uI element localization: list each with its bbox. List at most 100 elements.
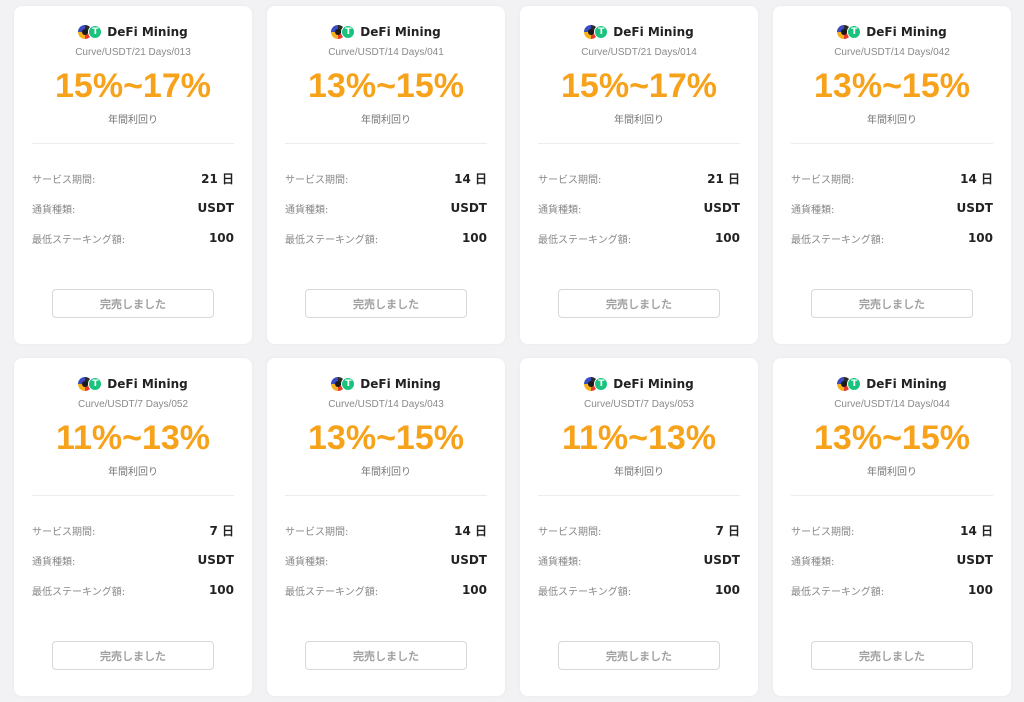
- sold-out-button[interactable]: 完売しました: [558, 641, 720, 670]
- curve-usdt-logo-icon: T: [584, 25, 609, 39]
- brand-name: DeFi Mining: [613, 25, 694, 39]
- brand-name: DeFi Mining: [360, 25, 441, 39]
- divider: [538, 143, 740, 144]
- brand-header: T DeFi Mining: [32, 25, 234, 39]
- min-staking-value: 100: [967, 231, 993, 245]
- service-period-row: サービス期間: 14 日: [285, 515, 487, 545]
- pool-name: Curve/USDT/14 Days/043: [328, 399, 444, 410]
- divider: [285, 143, 487, 144]
- min-staking-row: 最低ステーキング額: 100: [538, 575, 740, 605]
- curve-usdt-logo-icon: T: [837, 25, 862, 39]
- service-period-label: サービス期間:: [32, 174, 96, 186]
- curve-usdt-logo-icon: T: [78, 25, 103, 39]
- curve-usdt-logo-icon: T: [331, 377, 356, 391]
- usdt-coin-icon: T: [847, 377, 862, 391]
- usdt-coin-icon: T: [847, 25, 862, 39]
- card-details: サービス期間: 14 日 通貨種類: USDT 最低ステーキング額: 100: [285, 515, 487, 605]
- service-period-label: サービス期間:: [538, 526, 602, 538]
- service-period-row: サービス期間: 7 日: [32, 515, 234, 545]
- brand-header: T DeFi Mining: [285, 25, 487, 39]
- service-period-label: サービス期間:: [791, 526, 855, 538]
- mining-card[interactable]: T DeFi Mining Curve/USDT/21 Days/013 15%…: [14, 6, 252, 344]
- service-period-row: サービス期間: 14 日: [285, 163, 487, 193]
- pool-name: Curve/USDT/14 Days/044: [834, 399, 950, 410]
- mining-card[interactable]: T DeFi Mining Curve/USDT/14 Days/041 13%…: [267, 6, 505, 344]
- min-staking-label: 最低ステーキング額:: [791, 234, 885, 246]
- currency-type-value: USDT: [197, 201, 234, 215]
- min-staking-row: 最低ステーキング額: 100: [285, 575, 487, 605]
- card-details: サービス期間: 21 日 通貨種類: USDT 最低ステーキング額: 100: [538, 163, 740, 253]
- currency-type-row: 通貨種類: USDT: [32, 545, 234, 575]
- usdt-coin-icon: T: [341, 25, 356, 39]
- apy-label: 年間利回り: [867, 467, 917, 478]
- apy-label: 年間利回り: [361, 467, 411, 478]
- mining-card[interactable]: T DeFi Mining Curve/USDT/7 Days/052 11%~…: [14, 358, 252, 696]
- brand-header: T DeFi Mining: [538, 25, 740, 39]
- currency-type-label: 通貨種類:: [538, 556, 582, 568]
- mining-card[interactable]: T DeFi Mining Curve/USDT/14 Days/042 13%…: [773, 6, 1011, 344]
- divider: [32, 143, 234, 144]
- brand-name: DeFi Mining: [866, 25, 947, 39]
- service-period-label: サービス期間:: [285, 174, 349, 186]
- sold-out-button[interactable]: 完売しました: [305, 641, 467, 670]
- min-staking-row: 最低ステーキング額: 100: [32, 575, 234, 605]
- divider: [538, 495, 740, 496]
- min-staking-row: 最低ステーキング額: 100: [538, 223, 740, 253]
- curve-usdt-logo-icon: T: [331, 25, 356, 39]
- apy-label: 年間利回り: [361, 115, 411, 126]
- mining-card[interactable]: T DeFi Mining Curve/USDT/14 Days/043 13%…: [267, 358, 505, 696]
- apy-range: 15%~17%: [561, 67, 717, 105]
- min-staking-value: 100: [967, 583, 993, 597]
- sold-out-button[interactable]: 完売しました: [558, 289, 720, 318]
- currency-type-value: USDT: [703, 201, 740, 215]
- brand-header: T DeFi Mining: [32, 377, 234, 391]
- currency-type-row: 通貨種類: USDT: [538, 545, 740, 575]
- pool-name: Curve/USDT/7 Days/053: [583, 399, 695, 410]
- divider: [791, 495, 993, 496]
- brand-header: T DeFi Mining: [285, 377, 487, 391]
- min-staking-row: 最低ステーキング額: 100: [791, 575, 993, 605]
- min-staking-label: 最低ステーキング額:: [538, 586, 632, 598]
- min-staking-label: 最低ステーキング額:: [538, 234, 632, 246]
- curve-usdt-logo-icon: T: [837, 377, 862, 391]
- min-staking-value: 100: [461, 231, 487, 245]
- service-period-label: サービス期間:: [285, 526, 349, 538]
- currency-type-value: USDT: [197, 553, 234, 567]
- divider: [791, 143, 993, 144]
- apy-label: 年間利回り: [614, 467, 664, 478]
- sold-out-button[interactable]: 完売しました: [52, 641, 214, 670]
- currency-type-label: 通貨種類:: [538, 204, 582, 216]
- brand-name: DeFi Mining: [360, 377, 441, 391]
- brand-header: T DeFi Mining: [791, 377, 993, 391]
- apy-range: 11%~13%: [55, 419, 211, 457]
- currency-type-label: 通貨種類:: [32, 556, 76, 568]
- service-period-value: 14 日: [960, 171, 993, 186]
- curve-usdt-logo-icon: T: [78, 377, 103, 391]
- service-period-row: サービス期間: 21 日: [538, 163, 740, 193]
- usdt-coin-icon: T: [88, 377, 103, 391]
- brand-name: DeFi Mining: [613, 377, 694, 391]
- service-period-value: 14 日: [454, 171, 487, 186]
- curve-usdt-logo-icon: T: [584, 377, 609, 391]
- mining-card[interactable]: T DeFi Mining Curve/USDT/21 Days/014 15%…: [520, 6, 758, 344]
- sold-out-button[interactable]: 完売しました: [811, 641, 973, 670]
- card-details: サービス期間: 14 日 通貨種類: USDT 最低ステーキング額: 100: [791, 515, 993, 605]
- service-period-row: サービス期間: 7 日: [538, 515, 740, 545]
- card-details: サービス期間: 21 日 通貨種類: USDT 最低ステーキング額: 100: [32, 163, 234, 253]
- mining-card[interactable]: T DeFi Mining Curve/USDT/14 Days/044 13%…: [773, 358, 1011, 696]
- min-staking-row: 最低ステーキング額: 100: [791, 223, 993, 253]
- service-period-value: 21 日: [201, 171, 234, 186]
- sold-out-button[interactable]: 完売しました: [811, 289, 973, 318]
- sold-out-button[interactable]: 完売しました: [305, 289, 467, 318]
- currency-type-value: USDT: [450, 553, 487, 567]
- service-period-row: サービス期間: 14 日: [791, 515, 993, 545]
- mining-card[interactable]: T DeFi Mining Curve/USDT/7 Days/053 11%~…: [520, 358, 758, 696]
- brand-header: T DeFi Mining: [791, 25, 993, 39]
- service-period-row: サービス期間: 21 日: [32, 163, 234, 193]
- usdt-coin-icon: T: [341, 377, 356, 391]
- brand-header: T DeFi Mining: [538, 377, 740, 391]
- sold-out-button[interactable]: 完売しました: [52, 289, 214, 318]
- apy-range: 13%~15%: [308, 419, 464, 457]
- card-details: サービス期間: 7 日 通貨種類: USDT 最低ステーキング額: 100: [32, 515, 234, 605]
- currency-type-value: USDT: [956, 201, 993, 215]
